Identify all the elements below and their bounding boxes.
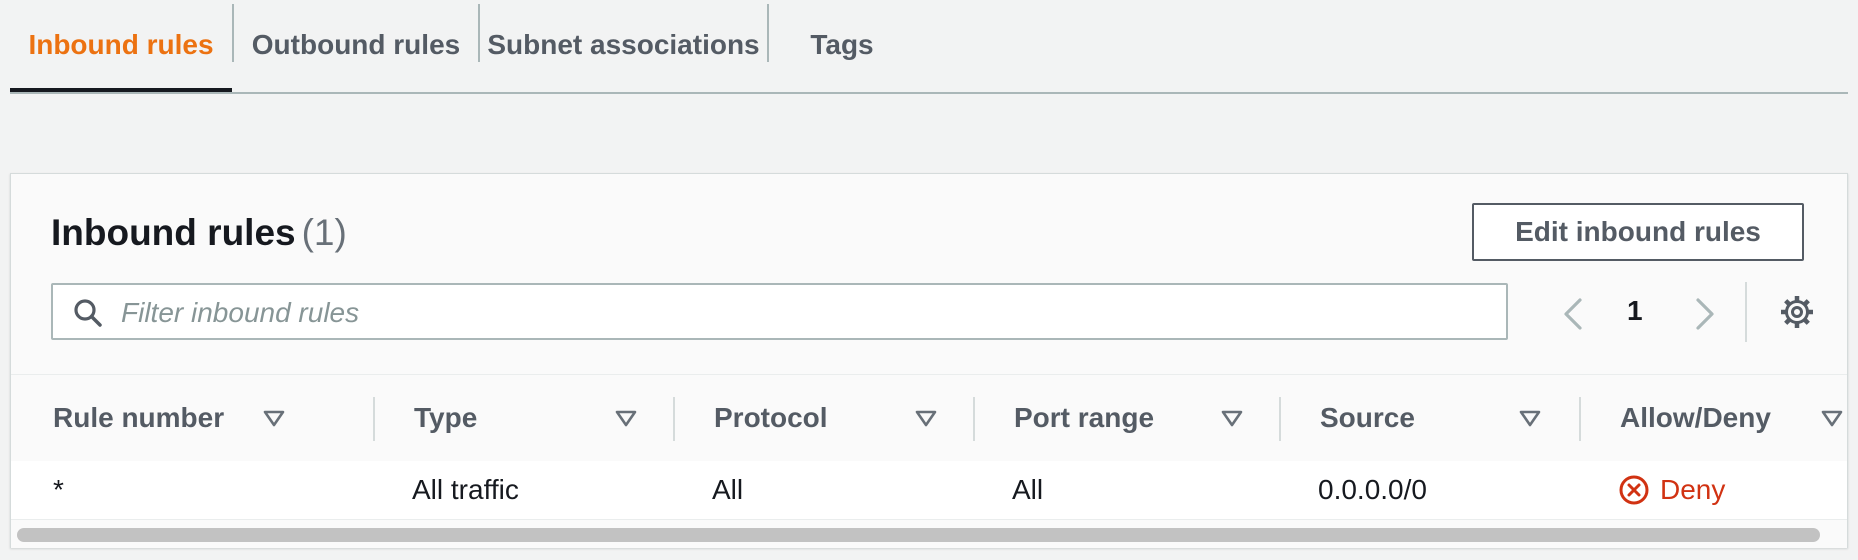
tab-bar: Inbound rules Outbound rules Subnet asso… — [10, 0, 1848, 94]
column-header-port-range[interactable]: Port range — [1014, 375, 1154, 461]
cell-source: 0.0.0.0/0 — [1318, 474, 1427, 505]
sort-caret-icon[interactable] — [1821, 410, 1843, 428]
column-divider — [373, 397, 375, 441]
sort-caret-icon[interactable] — [915, 410, 937, 428]
column-header-rule-number[interactable]: Rule number — [53, 375, 224, 461]
deny-x-circle-icon — [1619, 475, 1649, 505]
filter-search-box[interactable] — [51, 283, 1508, 340]
sort-caret-icon[interactable] — [1221, 410, 1243, 428]
pagination-divider — [1745, 282, 1747, 342]
edit-inbound-rules-button[interactable]: Edit inbound rules — [1472, 203, 1804, 261]
tab-inbound-rules[interactable]: Inbound rules — [10, 0, 232, 92]
rule-count: (1) — [301, 212, 347, 253]
column-divider — [973, 397, 975, 441]
tab-subnet-associations[interactable]: Subnet associations — [480, 0, 767, 90]
cell-type: All traffic — [412, 474, 519, 505]
column-header-allow-deny[interactable]: Allow/Deny — [1620, 375, 1771, 461]
sort-caret-icon[interactable] — [615, 410, 637, 428]
panel-title: Inbound rules (1) — [51, 212, 347, 254]
cell-allow-deny: Deny — [1618, 461, 1725, 519]
table-header: Rule number Type Protocol Port range Sou… — [11, 374, 1847, 462]
page-number[interactable]: 1 — [1627, 295, 1643, 327]
horizontal-scrollbar[interactable] — [17, 528, 1820, 542]
sort-caret-icon[interactable] — [263, 410, 285, 428]
sort-caret-icon[interactable] — [1519, 410, 1541, 428]
gear-icon[interactable] — [1779, 294, 1815, 330]
search-icon — [74, 299, 102, 327]
table-row[interactable]: * All traffic All All 0.0.0.0/0 Deny — [11, 461, 1847, 520]
column-header-source[interactable]: Source — [1320, 375, 1415, 461]
cell-rule-number: * — [53, 474, 64, 505]
chevron-right-icon[interactable] — [1688, 294, 1722, 334]
column-divider — [1579, 397, 1581, 441]
tab-outbound-rules[interactable]: Outbound rules — [234, 0, 478, 90]
panel-title-text: Inbound rules — [51, 212, 296, 253]
cell-port-range: All — [1012, 474, 1044, 505]
column-header-type[interactable]: Type — [414, 375, 477, 461]
tab-tags[interactable]: Tags — [769, 0, 915, 90]
column-header-protocol[interactable]: Protocol — [714, 375, 828, 461]
column-divider — [673, 397, 675, 441]
cell-protocol: All — [712, 474, 744, 505]
deny-label: Deny — [1660, 474, 1726, 505]
column-divider — [1279, 397, 1281, 441]
inbound-rules-panel: Inbound rules(1) Edit inbound rules 1 — [10, 173, 1848, 548]
chevron-left-icon[interactable] — [1556, 294, 1590, 334]
filter-input[interactable] — [119, 291, 1493, 335]
